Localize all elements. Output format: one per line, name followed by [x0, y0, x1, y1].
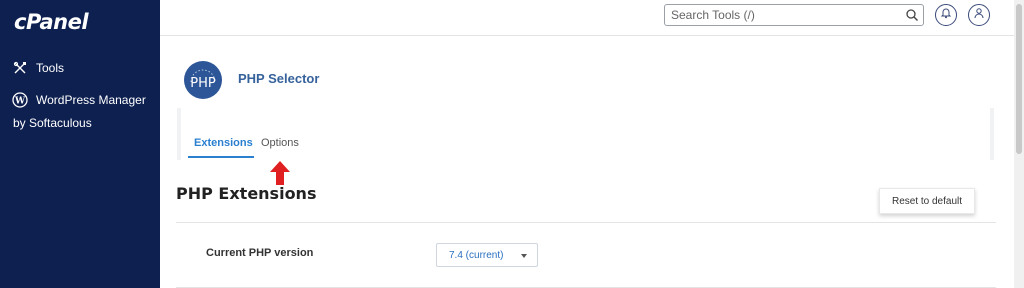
sidebar-item-wordpress-manager[interactable]: W WordPress Manager — [12, 92, 146, 108]
user-menu-button[interactable] — [968, 4, 990, 26]
svg-text:PHP: PHP — [190, 76, 216, 91]
cpanel-logo[interactable]: cPanel — [14, 10, 89, 34]
notifications-button[interactable] — [935, 4, 957, 26]
wordpress-icon: W — [12, 92, 28, 108]
tab-options[interactable]: Options — [261, 137, 299, 149]
page-title: PHP Selector — [238, 71, 320, 86]
active-tab-indicator — [188, 156, 254, 158]
top-header — [160, 0, 1014, 36]
php-version-select[interactable]: 7.4 (current) — [436, 243, 538, 267]
chevron-down-icon — [521, 254, 527, 258]
sidebar-item-sublabel[interactable]: by Softaculous — [13, 116, 92, 130]
tools-icon — [12, 60, 28, 76]
annotation-arrow-icon — [269, 160, 291, 186]
php-version-value: 7.4 (current) — [449, 250, 504, 261]
sidebar: cPanel Tools W WordPress Manager by Soft… — [0, 0, 160, 288]
section-title: PHP Extensions — [176, 184, 317, 203]
current-php-version-label: Current PHP version — [206, 247, 314, 259]
search-box[interactable] — [664, 4, 924, 26]
search-icon[interactable] — [905, 8, 919, 22]
tabs-panel: Extensions Options — [177, 108, 994, 160]
sidebar-item-label: WordPress Manager — [36, 93, 146, 107]
scrollbar-thumb[interactable] — [1016, 4, 1022, 154]
reset-to-default-button[interactable]: Reset to default — [879, 188, 975, 214]
user-icon — [973, 6, 985, 24]
bell-icon — [940, 6, 952, 24]
sidebar-item-tools[interactable]: Tools — [12, 60, 64, 76]
search-input[interactable] — [665, 5, 893, 25]
svg-text:W: W — [14, 97, 26, 107]
divider — [176, 222, 996, 223]
tab-extensions[interactable]: Extensions — [194, 137, 253, 149]
sidebar-item-label: Tools — [36, 61, 65, 75]
page-scrollbar[interactable] — [1014, 0, 1024, 288]
php-logo-icon: PHP — [183, 60, 223, 100]
